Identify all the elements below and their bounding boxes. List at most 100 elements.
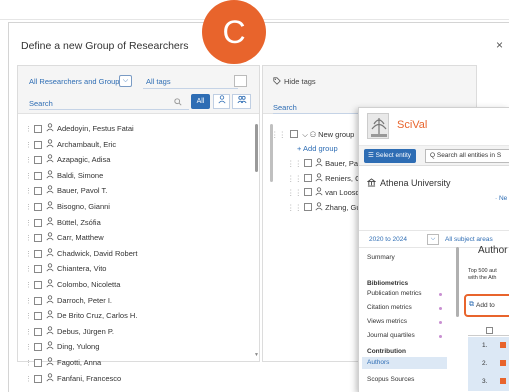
researcher-checkbox[interactable] [34, 171, 42, 180]
researcher-checkbox[interactable] [34, 218, 42, 227]
researcher-checkbox[interactable] [34, 280, 42, 289]
member-checkbox[interactable] [304, 159, 312, 167]
scrollbar-thumb[interactable] [255, 124, 258, 172]
sidebar-item-summary[interactable]: Summary [367, 254, 395, 261]
researcher-checkbox[interactable] [34, 327, 42, 336]
group-search-input[interactable]: Search [273, 103, 297, 112]
scival-sidebar: Summary Bibliometrics Publication metric… [359, 248, 454, 392]
researcher-checkbox[interactable] [34, 125, 42, 133]
researcher-name: Baldi, Simone [57, 170, 104, 180]
list-item[interactable]: ⋮⋮ Archambault, Eric [18, 138, 254, 154]
chevron-down-icon[interactable]: ⌵ [119, 75, 132, 87]
list-item[interactable]: ⋮⋮ De Brito Cruz, Carlos H. [18, 309, 254, 325]
researcher-list: ⋮⋮ Adedoyin, Festus Fatai ⋮⋮ Archambault, E… [18, 122, 254, 387]
authors-heading: Author [478, 245, 508, 256]
sidebar-item-views-metrics[interactable]: Views metrics [367, 318, 407, 325]
list-item[interactable]: ⋮⋮ Bauer, Pavol T. [18, 184, 254, 200]
researcher-checkbox[interactable] [34, 374, 42, 383]
list-item[interactable]: ⋮⋮ Ding, Yulong [18, 340, 254, 356]
filter-all-button[interactable]: All [191, 94, 210, 109]
select-entity-button[interactable]: ☰ Select entity [364, 149, 416, 163]
new-group-row[interactable]: ⋮⋮ ⌵ ⚇ New group [271, 130, 354, 140]
member-checkbox[interactable] [304, 188, 312, 196]
subject-filter[interactable]: All subject areas [445, 236, 493, 243]
researcher-checkbox[interactable] [34, 358, 42, 367]
researcher-filter-label[interactable]: All Researchers and Groups [29, 77, 123, 86]
researcher-checkbox[interactable] [34, 265, 42, 274]
list-item[interactable]: ⋮⋮ Fanfani, Francesco [18, 372, 254, 388]
person-icon [315, 187, 323, 197]
list-item[interactable]: ⋮⋮ Baldi, Simone [18, 169, 254, 185]
person-icon [46, 279, 54, 290]
drag-handle-icon[interactable]: ⋮⋮ [287, 174, 302, 183]
researcher-checkbox[interactable] [34, 296, 42, 305]
sidebar-item-journal-quartiles[interactable]: Journal quartiles [367, 332, 415, 339]
tags-dropdown[interactable] [234, 75, 247, 87]
table-row-checkbox[interactable] [500, 342, 506, 348]
list-item[interactable]: ⋮⋮ Debus, Jürgen P. [18, 325, 254, 341]
member-checkbox[interactable] [304, 173, 312, 182]
person-icon [46, 248, 54, 259]
list-item[interactable]: ⋮⋮ Bisogno, Gianni [18, 200, 254, 216]
new-group-checkbox[interactable] [290, 130, 299, 138]
researcher-checkbox[interactable] [34, 156, 42, 165]
list-scrollbar[interactable] [254, 118, 259, 358]
list-item[interactable]: ⋮⋮ Chiantera, Vito [18, 262, 254, 278]
drag-handle-icon[interactable]: ⋮⋮ [271, 130, 286, 139]
add-group-link[interactable]: + Add group [297, 144, 338, 153]
researcher-checkbox[interactable] [34, 249, 42, 258]
group-panel-scrollbar[interactable] [270, 124, 273, 182]
sidebar-item-authors[interactable]: Authors [367, 359, 389, 366]
filter-groups-button[interactable] [232, 94, 251, 109]
list-item[interactable]: ⋮⋮ Colombo, Nicoletta [18, 278, 254, 294]
scroll-down-arrow-icon[interactable]: ▼ [254, 352, 259, 358]
search-icon[interactable] [174, 98, 182, 108]
drag-handle-icon[interactable]: ⋮⋮ [287, 159, 302, 168]
year-range[interactable]: 2020 to 2024 [369, 236, 407, 243]
entity-search-input[interactable]: Q Search all entities in S [425, 149, 509, 163]
close-icon[interactable]: × [496, 39, 503, 51]
dialog-title: Define a new Group of Researchers [21, 40, 189, 52]
list-item[interactable]: ⋮⋮ Chadwick, David Robert [18, 247, 254, 263]
search-input[interactable]: Search [29, 99, 53, 108]
sidebar-item-citation-metrics[interactable]: Citation metrics [367, 304, 412, 311]
sidebar-item-publication-metrics[interactable]: Publication metrics [367, 290, 422, 297]
researcher-checkbox[interactable] [34, 187, 42, 196]
researcher-checkbox[interactable] [34, 234, 42, 243]
select-all-checkbox[interactable] [486, 327, 493, 334]
researcher-checkbox[interactable] [34, 140, 42, 149]
member-checkbox[interactable] [304, 202, 312, 211]
scival-divider-scrollbar[interactable] [456, 247, 459, 317]
list-item[interactable]: ⋮⋮ Fagotti, Anna [18, 356, 254, 372]
status-dot [439, 335, 442, 338]
researcher-name: Carr, Matthew [57, 233, 104, 243]
add-to-button[interactable]: ⧉ Add to [464, 294, 509, 317]
researcher-name: Darroch, Peter I. [57, 295, 113, 305]
tags-filter-label[interactable]: All tags [146, 77, 171, 86]
hide-tags-button[interactable]: Hide tags [273, 77, 316, 86]
person-icon [46, 310, 54, 321]
chevron-down-icon[interactable]: ⌵ [427, 234, 439, 245]
drag-handle-icon[interactable]: ⋮⋮ [287, 203, 302, 212]
researcher-checkbox[interactable] [34, 343, 42, 352]
list-item[interactable]: ⋮⋮ Adedoyin, Festus Fatai [18, 122, 254, 138]
table-row-checkbox[interactable] [500, 360, 506, 366]
researcher-name: Bisogno, Gianni [57, 201, 110, 211]
drag-handle-icon[interactable]: ⋮⋮ [287, 188, 302, 197]
table-header [468, 326, 509, 336]
filter-researchers-button[interactable] [213, 94, 230, 109]
scival-logo-text: SciVal [397, 119, 428, 131]
researcher-name: Colombo, Nicoletta [57, 279, 121, 289]
table-row-checkbox[interactable] [500, 378, 506, 384]
status-dot [439, 307, 442, 310]
researcher-name: Ding, Yulong [57, 342, 100, 352]
researcher-checkbox[interactable] [34, 202, 42, 211]
sidebar-item-scopus-sources[interactable]: Scopus Sources [367, 376, 414, 383]
researcher-checkbox[interactable] [34, 312, 42, 321]
list-item[interactable]: ⋮⋮ Carr, Matthew [18, 231, 254, 247]
chevron-down-icon[interactable]: ⌵ [302, 130, 308, 139]
list-item[interactable]: ⋮⋮ Azapagic, Adisa [18, 153, 254, 169]
list-item[interactable]: ⋮⋮ Büttel, Zsófia [18, 216, 254, 232]
list-item[interactable]: ⋮⋮ Darroch, Peter I. [18, 294, 254, 310]
new-link[interactable]: · Ne [495, 195, 507, 202]
